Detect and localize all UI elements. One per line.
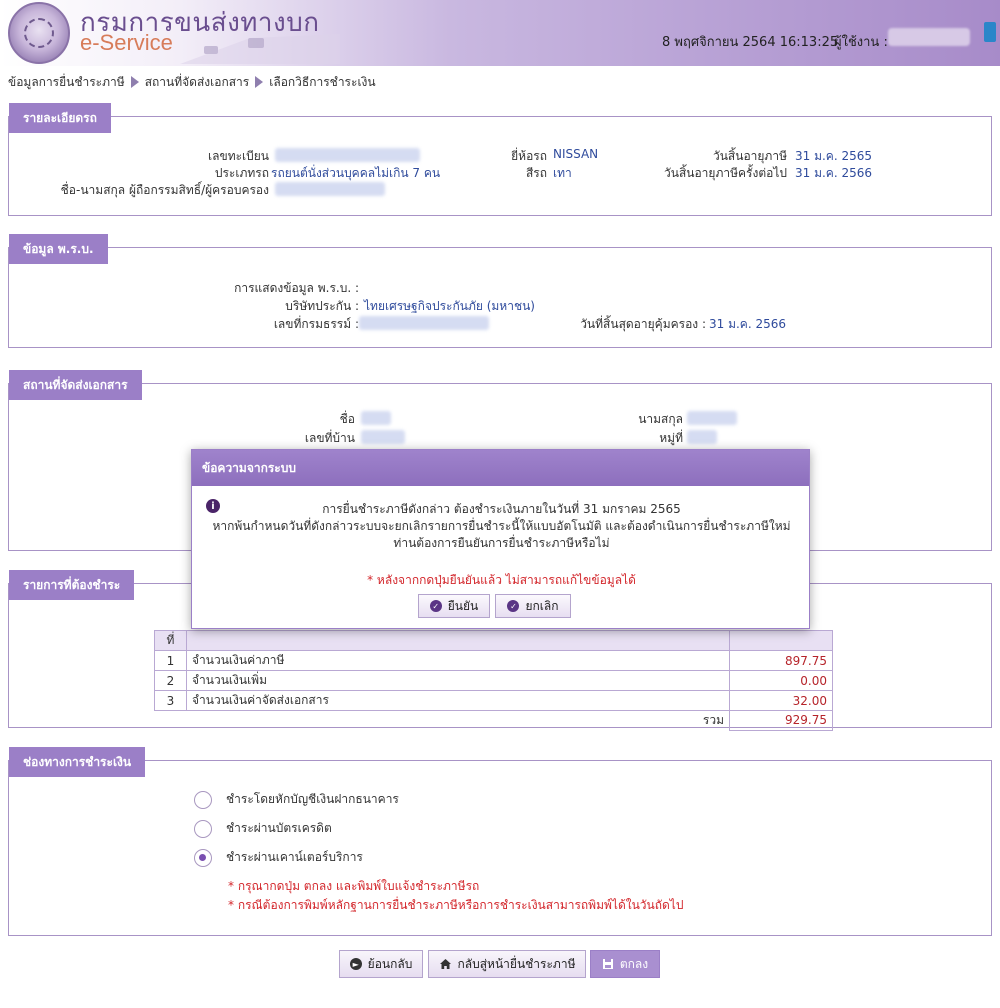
channel-option-counter[interactable]: ชำระผ่านเคาน์เตอร์บริการ: [194, 848, 363, 867]
policy-no-label: เลขที่กรมธรรม์ :: [273, 317, 359, 331]
breadcrumb-step-tax-info: ข้อมูลการยื่นชำระภาษี: [8, 74, 125, 89]
channel-option-bank[interactable]: ชำระโดยหักบัญชีเงินฝากธนาคาร: [194, 790, 399, 809]
payment-channel-title: ช่องทางการชำระเงิน: [9, 747, 146, 777]
cancel-button[interactable]: ✓ ยกเลิก: [495, 594, 571, 618]
payment-items-table: ที่ 1 จำนวนเงินค่าภาษี 897.75 2 จำนวนเงิ…: [154, 630, 833, 731]
brand-value: NISSAN: [553, 147, 599, 161]
color-value: เทา: [553, 166, 572, 180]
table-row: 2 จำนวนเงินเพิ่ม 0.00: [154, 670, 833, 691]
brand-eservice-title: e-Service: [80, 30, 173, 55]
owner-name-redacted: [275, 182, 385, 196]
breadcrumb-step-payment: เลือกวิธีการชำระเงิน: [269, 74, 376, 89]
breadcrumb-arrow-icon: [130, 76, 139, 88]
radio-counter[interactable]: [194, 848, 212, 867]
table-row: 3 จำนวนเงินค่าจัดส่งเอกสาร 32.00: [154, 690, 833, 711]
road-car-decoration-icon: [180, 34, 340, 64]
table-row: 1 จำนวนเงินค่าภาษี 897.75: [154, 650, 833, 671]
house-no-label: เลขที่บ้าน: [304, 431, 355, 445]
header-menu-button[interactable]: [984, 22, 996, 42]
breadcrumb-arrow-icon: [255, 76, 264, 88]
dialog-warning: * หลังจากกดปุ่มยืนยันแล้ว ไม่สามารถแก้ไข…: [367, 573, 636, 587]
save-icon: [602, 959, 613, 969]
channel-note-1: * กรุณากดปุ่ม ตกลง และพิมพ์ใบแจ้งชำระภาษ…: [228, 879, 480, 893]
ok-button[interactable]: ตกลง: [590, 950, 660, 978]
insurance-company-value: ไทยเศรษฐกิจประกันภัย (มหาชน): [364, 299, 535, 313]
check-circle-icon: ✓: [507, 600, 520, 612]
owner-name-label: ชื่อ-นามสกุล ผู้ถือกรรมสิทธิ์/ผู้ครอบครอ…: [60, 183, 269, 197]
channel-note-2: * กรณีต้องการพิมพ์หลักฐานการยื่นชำระภาษี…: [228, 898, 684, 912]
channel-option-credit[interactable]: ชำระผ่านบัตรเครดิต: [194, 819, 332, 838]
color-label: สีรถ: [525, 166, 547, 180]
dialog-message-line-3: ท่านต้องการยืนยันการยื่นชำระภาษีหรือไม่: [393, 536, 610, 550]
home-icon: [439, 959, 451, 969]
insurance-company-label: บริษัทประกัน :: [285, 299, 359, 313]
payment-items-title: รายการที่ต้องชำระ: [9, 570, 135, 600]
reg-no-redacted: [275, 148, 420, 162]
back-arrow-icon: ►: [349, 958, 362, 970]
dlt-seal-logo: [8, 2, 70, 64]
radio-bank[interactable]: [194, 790, 212, 809]
home-button[interactable]: กลับสู่หน้ายื่นชำระภาษี: [428, 950, 586, 978]
vehicle-type-value: รถยนต์นั่งส่วนบุคคลไม่เกิน 7 คน: [271, 166, 441, 180]
insurance-title: ข้อมูล พ.ร.บ.: [9, 234, 108, 264]
col-no-header: ที่: [154, 630, 187, 651]
total-label: รวม: [702, 713, 724, 727]
breadcrumb-step-delivery: สถานที่จัดส่งเอกสาร: [144, 74, 250, 89]
dialog-title: ข้อความจากระบบ: [192, 450, 809, 486]
total-value: 929.75: [729, 710, 833, 731]
vehicle-details-panel: รายละเอียดรถ เลขทะเบียน ประเภทรถ รถยนต์น…: [8, 103, 992, 216]
first-name-redacted: [361, 411, 391, 425]
next-tax-expire-value: 31 ม.ค. 2566: [795, 166, 873, 180]
radio-credit[interactable]: [194, 819, 212, 838]
last-name-redacted: [687, 411, 737, 425]
first-name-label: ชื่อ: [339, 412, 355, 426]
insurance-panel: ข้อมูล พ.ร.บ. การแสดงข้อมูล พ.ร.บ. : บริ…: [8, 234, 992, 348]
header-user-label: ผู้ใช้งาน :: [834, 35, 888, 50]
coverage-expire-value: 31 ม.ค. 2566: [709, 317, 787, 331]
delivery-title: สถานที่จัดส่งเอกสาร: [9, 370, 142, 400]
header-datetime: 8 พฤศจิกายน 2564 16:13:25: [662, 35, 839, 50]
insurance-display-label: การแสดงข้อมูล พ.ร.บ. :: [234, 281, 359, 295]
house-no-redacted: [361, 430, 405, 444]
confirm-button[interactable]: ✓ ยืนยัน: [418, 594, 490, 618]
vehicle-details-title: รายละเอียดรถ: [9, 103, 111, 133]
header-user-name-redacted: [888, 28, 970, 46]
table-total-row: รวม 929.75: [155, 710, 833, 731]
system-message-dialog: ข้อความจากระบบ i การยื่นชำระภาษีดังกล่าว…: [191, 449, 810, 629]
moo-redacted: [687, 430, 717, 444]
policy-no-redacted: [359, 316, 489, 330]
app-header: กรมการขนส่งทางบก e-Service 8 พฤศจิกายน 2…: [0, 0, 1000, 66]
coverage-expire-label: วันที่สิ้นสุดอายุคุ้มครอง :: [580, 317, 706, 331]
breadcrumb: ข้อมูลการยื่นชำระภาษี สถานที่จัดส่งเอกสา…: [8, 73, 376, 91]
moo-label: หมู่ที่: [659, 431, 683, 445]
next-tax-expire-label: วันสิ้นอายุภาษีครั้งต่อไป: [664, 166, 787, 180]
check-circle-icon: ✓: [429, 600, 442, 612]
last-name-label: นามสกุล: [638, 412, 683, 426]
table-header-row: ที่: [154, 630, 833, 651]
back-button[interactable]: ► ย้อนกลับ: [339, 950, 423, 978]
